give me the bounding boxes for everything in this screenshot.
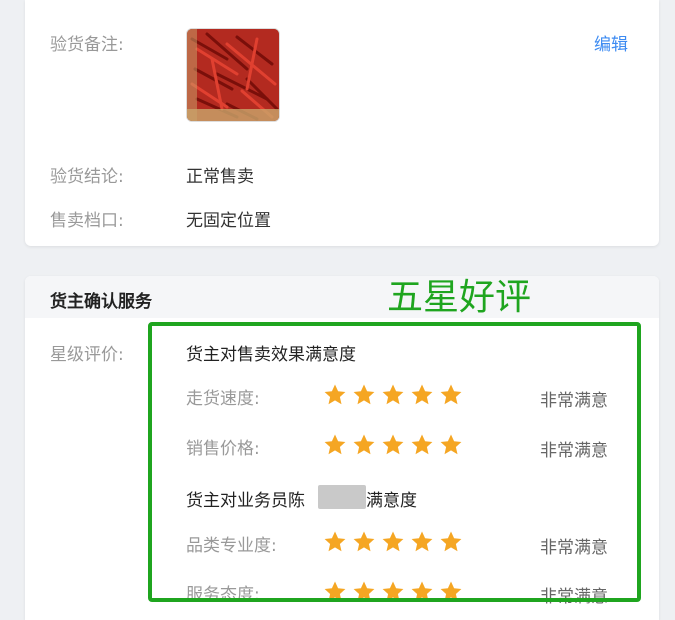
- chili-photo[interactable]: [186, 28, 280, 122]
- remark-label: 验货备注:: [50, 35, 124, 55]
- section-header: 货主确认服务: [25, 276, 659, 318]
- star-rating-label: 星级评价:: [50, 345, 124, 365]
- stall-value: 无固定位置: [186, 211, 271, 231]
- chili-photo-image: [187, 29, 279, 121]
- stall-label: 售卖档口:: [50, 211, 124, 231]
- conclusion-value: 正常售卖: [186, 167, 254, 187]
- edit-link[interactable]: 编辑: [594, 30, 628, 55]
- section-title: 货主确认服务: [50, 292, 152, 312]
- five-star-highlight-box: [148, 322, 641, 602]
- conclusion-label: 验货结论:: [50, 167, 124, 187]
- annotation-five-star: 五星好评: [387, 277, 532, 318]
